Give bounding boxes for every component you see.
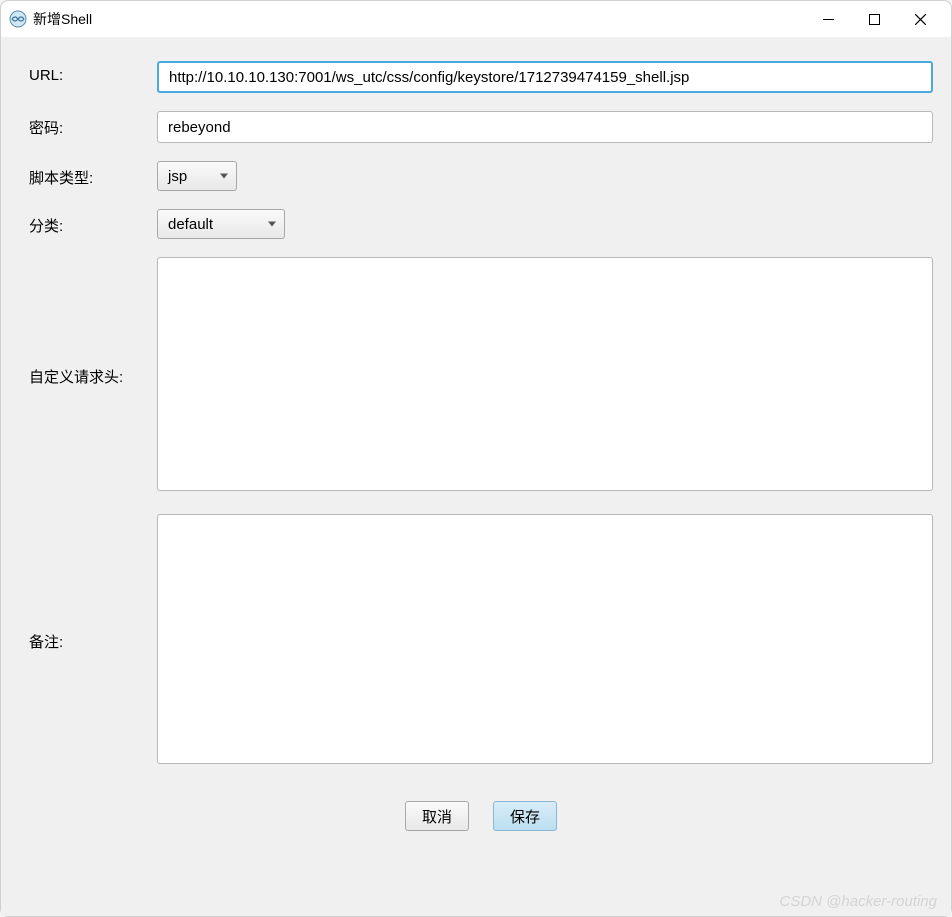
- url-label: URL:: [29, 61, 157, 84]
- notes-textarea[interactable]: [157, 514, 933, 764]
- custom-headers-row: 自定义请求头:: [29, 257, 933, 496]
- script-type-select[interactable]: jsp: [157, 161, 237, 191]
- category-value: default: [168, 216, 213, 233]
- notes-row: 备注:: [29, 514, 933, 769]
- script-type-label: 脚本类型:: [29, 161, 157, 188]
- password-row: 密码:: [29, 111, 933, 143]
- form-content: URL: 密码: 脚本类型: jsp 分类:: [1, 37, 951, 916]
- maximize-button[interactable]: [851, 3, 897, 35]
- password-label: 密码:: [29, 111, 157, 138]
- password-input[interactable]: [157, 111, 933, 143]
- notes-label: 备注:: [29, 631, 157, 652]
- save-button[interactable]: 保存: [493, 801, 557, 831]
- chevron-down-icon: [268, 222, 276, 227]
- url-input[interactable]: [157, 61, 933, 93]
- chevron-down-icon: [220, 174, 228, 179]
- cancel-button[interactable]: 取消: [405, 801, 469, 831]
- window-frame: 新增Shell URL: 密码: 脚本类型:: [0, 0, 952, 917]
- category-row: 分类: default: [29, 209, 933, 239]
- window-title: 新增Shell: [33, 9, 805, 29]
- url-row: URL:: [29, 61, 933, 93]
- close-button[interactable]: [897, 3, 943, 35]
- app-icon: [9, 10, 27, 28]
- category-label: 分类:: [29, 209, 157, 236]
- minimize-button[interactable]: [805, 3, 851, 35]
- category-select[interactable]: default: [157, 209, 285, 239]
- custom-headers-label: 自定义请求头:: [29, 366, 157, 387]
- script-type-value: jsp: [168, 168, 187, 185]
- custom-headers-textarea[interactable]: [157, 257, 933, 491]
- window-controls: [805, 3, 943, 35]
- script-type-row: 脚本类型: jsp: [29, 161, 933, 191]
- titlebar: 新增Shell: [1, 1, 951, 37]
- button-bar: 取消 保存: [29, 787, 933, 839]
